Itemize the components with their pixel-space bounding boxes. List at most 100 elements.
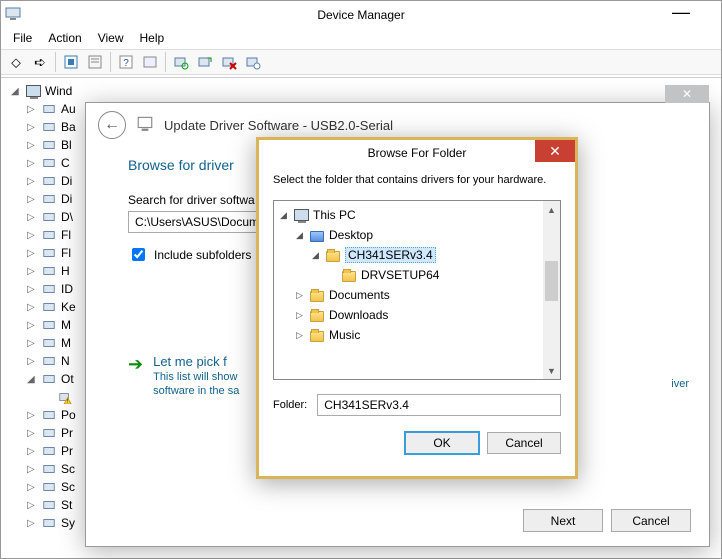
device-icon <box>41 227 57 243</box>
expander-icon[interactable]: ▷ <box>27 518 37 529</box>
scan-icon[interactable] <box>170 51 192 73</box>
expander-icon[interactable]: ▷ <box>27 248 37 259</box>
tree-downloads[interactable]: ▷ Downloads <box>276 305 558 325</box>
menu-file[interactable]: File <box>5 29 40 49</box>
expander-icon[interactable]: ▷ <box>27 428 37 439</box>
menu-help[interactable]: Help <box>132 29 173 49</box>
expander-icon[interactable]: ▷ <box>27 446 37 457</box>
wizard-close-button[interactable]: ✕ <box>665 85 709 103</box>
scroll-up-icon[interactable]: ▲ <box>543 201 560 218</box>
expander-icon[interactable]: ◢ <box>27 374 37 385</box>
expander-icon[interactable]: ▷ <box>27 482 37 493</box>
expander-icon[interactable]: ▷ <box>27 338 37 349</box>
expander-icon[interactable]: ▷ <box>294 310 305 321</box>
device-node[interactable]: ▷Ke <box>11 298 83 316</box>
device-node[interactable]: ▷Po <box>11 406 83 424</box>
disable-icon[interactable] <box>242 51 264 73</box>
device-node[interactable]: ▷ Fl <box>11 244 83 262</box>
device-node[interactable]: ▷Au <box>11 100 83 118</box>
device-node[interactable]: ◢Ot <box>11 370 83 388</box>
tree-this-pc[interactable]: ◢ This PC <box>276 205 558 225</box>
expander-icon[interactable]: ▷ <box>27 158 37 169</box>
expander-icon[interactable]: ▷ <box>294 290 305 301</box>
tree-documents[interactable]: ▷ Documents <box>276 285 558 305</box>
bff-scrollbar[interactable]: ▲ ▼ <box>543 201 560 379</box>
forward-icon[interactable]: ➪ <box>29 51 51 73</box>
device-node[interactable]: ▷Sc <box>11 460 83 478</box>
device-node[interactable]: ▷Di <box>11 172 83 190</box>
bff-close-button[interactable]: ✕ <box>535 140 575 162</box>
device-node[interactable]: ▷M <box>11 334 83 352</box>
expander-icon[interactable]: ▷ <box>27 302 37 313</box>
wizard-footer: Next Cancel <box>523 509 691 532</box>
back-icon[interactable]: ⬦ <box>5 51 27 73</box>
bff-cancel-button[interactable]: Cancel <box>487 432 561 454</box>
expander-icon[interactable]: ▷ <box>27 356 37 367</box>
device-label: Fl <box>61 246 71 260</box>
device-node[interactable]: ▷Ba <box>11 118 83 136</box>
expander-icon[interactable]: ▷ <box>27 266 37 277</box>
expander-icon[interactable]: ◢ <box>294 230 305 241</box>
scroll-down-icon[interactable]: ▼ <box>543 362 560 379</box>
expander-icon[interactable]: ▷ <box>27 194 37 205</box>
expander-icon[interactable] <box>326 270 337 280</box>
bff-folder-tree[interactable]: ▲ ▼ ◢ This PC ◢ Desktop ◢ CH341 <box>273 200 561 380</box>
expander-icon[interactable]: ▷ <box>27 140 37 151</box>
expander-icon[interactable]: ◢ <box>11 86 21 97</box>
device-node[interactable]: ▷Pr <box>11 424 83 442</box>
device-node[interactable]: ▷N <box>11 352 83 370</box>
tree-drvsetup64[interactable]: DRVSETUP64 <box>276 265 558 285</box>
device-node[interactable]: ▷D\ <box>11 208 83 226</box>
expander-icon[interactable]: ▷ <box>27 464 37 475</box>
device-node[interactable]: ▷ID <box>11 280 83 298</box>
expander-icon[interactable]: ▷ <box>27 212 37 223</box>
expander-icon[interactable]: ▷ <box>27 410 37 421</box>
next-button[interactable]: Next <box>523 509 603 532</box>
cancel-button[interactable]: Cancel <box>611 509 691 532</box>
device-node[interactable]: ▷St <box>11 496 83 514</box>
device-node[interactable]: ▷Sc <box>11 478 83 496</box>
device-icon <box>41 281 57 297</box>
device-label: H <box>61 264 70 278</box>
desktop-label: Desktop <box>329 228 373 242</box>
folder-icon <box>341 267 357 283</box>
device-node[interactable]: ▷C <box>11 154 83 172</box>
device-node[interactable]: ▷M <box>11 316 83 334</box>
tree-ch341ser[interactable]: ◢ CH341SERv3.4 <box>276 245 558 265</box>
device-label: Pr <box>61 444 73 458</box>
ok-button[interactable]: OK <box>405 432 479 454</box>
expander-icon[interactable]: ▷ <box>27 122 37 133</box>
prop-icon[interactable] <box>84 51 106 73</box>
expander-icon[interactable]: ▷ <box>27 284 37 295</box>
device-node[interactable]: ▷ Pr <box>11 442 83 460</box>
expander-icon[interactable]: ▷ <box>27 176 37 187</box>
device-node[interactable]: ▷Fl <box>11 226 83 244</box>
tree-music[interactable]: ▷ Music <box>276 325 558 345</box>
menu-action[interactable]: Action <box>40 29 89 49</box>
expander-icon[interactable]: ▷ <box>27 500 37 511</box>
wizard-back-button[interactable]: ← <box>98 111 126 139</box>
folder-name-input[interactable] <box>317 394 561 416</box>
tree-desktop[interactable]: ◢ Desktop <box>276 225 558 245</box>
device-node[interactable]: ▷Di <box>11 190 83 208</box>
device-node[interactable]: ▷Bl <box>11 136 83 154</box>
scroll-thumb[interactable] <box>545 261 558 301</box>
refresh-icon[interactable] <box>139 51 161 73</box>
expander-icon[interactable]: ◢ <box>310 250 321 261</box>
menu-view[interactable]: View <box>90 29 132 49</box>
device-node[interactable]: ! <box>11 388 83 406</box>
expander-icon[interactable]: ◢ <box>278 210 289 221</box>
tree-root[interactable]: ◢ Wind <box>11 82 721 100</box>
uninstall-icon[interactable] <box>218 51 240 73</box>
minimize-icon[interactable]: ― <box>671 7 691 17</box>
expander-icon[interactable]: ▷ <box>27 320 37 331</box>
update-driver-icon[interactable] <box>194 51 216 73</box>
include-subfolders-checkbox[interactable] <box>132 248 145 261</box>
expander-icon[interactable]: ▷ <box>294 330 305 341</box>
show-hidden-icon[interactable] <box>60 51 82 73</box>
help-icon[interactable]: ? <box>115 51 137 73</box>
device-node[interactable]: ▷H <box>11 262 83 280</box>
expander-icon[interactable]: ▷ <box>27 230 37 241</box>
expander-icon[interactable]: ▷ <box>27 104 37 115</box>
device-node[interactable]: ▷Sy <box>11 514 83 532</box>
